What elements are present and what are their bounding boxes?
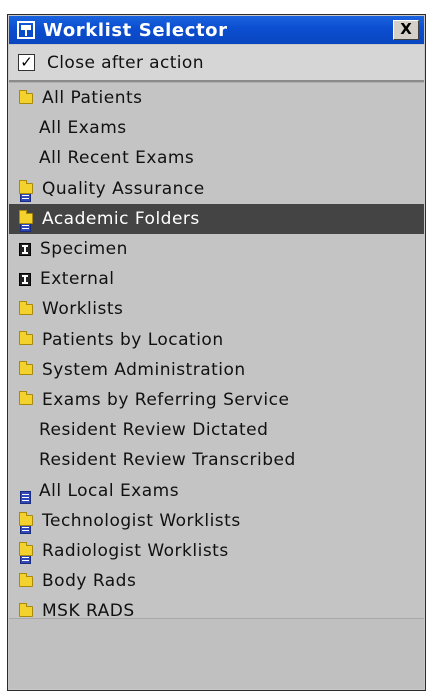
list-empty-area [9, 618, 424, 689]
worklist-item-label: Radiologist Worklists [42, 540, 229, 561]
worklist-item-label: All Patients [42, 88, 143, 109]
folder-icon [19, 331, 33, 346]
worklist-item[interactable]: Resident Review Dictated [9, 415, 424, 504]
worklist-item[interactable]: Patients by Location [9, 325, 424, 355]
worklist-item[interactable]: System Administration [9, 355, 424, 385]
worklist-item-label: External [40, 269, 115, 290]
worklist-item-label: Technologist Worklists [42, 510, 241, 531]
worklist-item-label: Worklists [42, 299, 124, 320]
worklist-item[interactable]: Quality Assurance [9, 174, 424, 204]
folder-icon [19, 542, 33, 557]
worklist-item-label: Body Rads [42, 571, 137, 592]
worklist-item[interactable]: Exams by Referring Service [9, 385, 424, 415]
folder-icon [19, 210, 33, 225]
worklist-selector-window: Worklist Selector X ✓ Close after action… [7, 14, 426, 691]
folder-icon [19, 512, 33, 527]
folder-icon [19, 391, 33, 406]
worklist-item[interactable]: Radiologist Worklists [9, 536, 424, 566]
worklist-item[interactable]: All Exams [9, 113, 424, 202]
worklist-item[interactable]: All Local Exams [9, 475, 424, 565]
worklist-item-label: Exams by Referring Service [42, 389, 290, 410]
folder-icon [19, 572, 33, 587]
specimen-icon [19, 272, 31, 286]
worklist-item[interactable]: Academic Folders [9, 203, 424, 234]
specimen-icon [19, 242, 31, 256]
folder-icon [19, 361, 33, 376]
worklist-item-label: Resident Review Dictated [39, 420, 269, 441]
folder-icon [19, 602, 33, 617]
folder-icon [19, 89, 33, 104]
worklist-item-label: All Recent Exams [39, 148, 195, 169]
worklist-item-label: Specimen [40, 239, 128, 260]
worklist-item-label: All Local Exams [39, 480, 180, 501]
worklist-item[interactable]: External [9, 264, 424, 294]
worklist-item[interactable]: All Patients [9, 83, 424, 113]
list-icon [20, 490, 31, 504]
worklist-item-label: Quality Assurance [42, 178, 205, 199]
window-app-icon [17, 21, 35, 39]
worklist-item-label: Academic Folders [42, 208, 200, 229]
worklist-item-label: Patients by Location [42, 329, 224, 350]
worklist-item-label: System Administration [42, 359, 246, 380]
worklist-item[interactable]: Worklists [9, 294, 424, 324]
close-after-action-checkbox[interactable]: ✓ [18, 54, 35, 71]
worklist-item[interactable]: Resident Review Transcribed [9, 445, 424, 534]
folder-icon [19, 180, 33, 195]
worklist-item[interactable]: All Recent Exams [9, 143, 424, 232]
worklist-item[interactable]: Technologist Worklists [9, 506, 424, 536]
worklist-item-label: All Exams [39, 118, 127, 139]
worklist-item[interactable]: Specimen [9, 234, 424, 264]
worklist-item[interactable]: Body Rads [9, 566, 424, 596]
title-bar: Worklist Selector X [9, 16, 424, 44]
worklist-list: All Patients All Exams All Recent Exams Qua… [9, 82, 424, 689]
worklist-item-label: Resident Review Transcribed [39, 450, 296, 471]
close-button[interactable]: X [393, 20, 419, 40]
folder-icon [19, 300, 33, 315]
close-after-action-option[interactable]: ✓ Close after action [9, 45, 424, 82]
window-title: Worklist Selector [43, 19, 228, 41]
close-after-action-label: Close after action [47, 52, 204, 73]
cropped-text-above [0, 0, 430, 14]
